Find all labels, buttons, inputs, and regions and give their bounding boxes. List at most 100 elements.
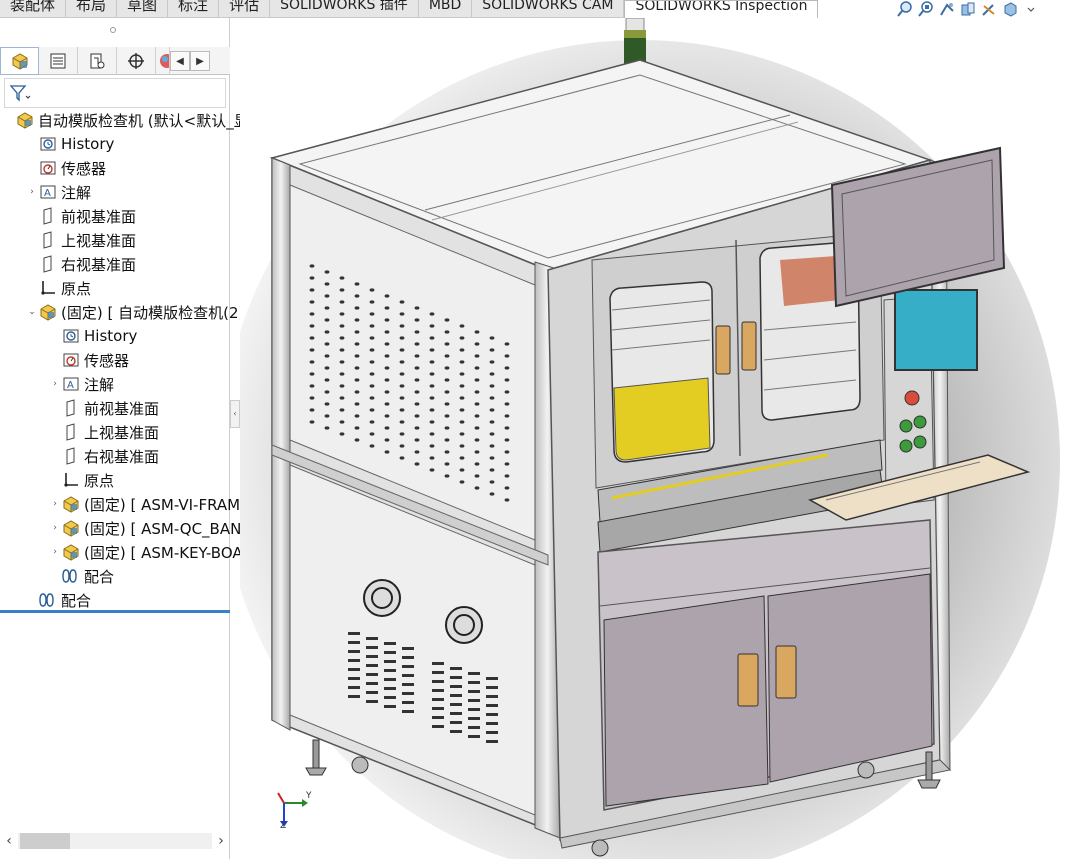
vent-hole	[309, 384, 315, 388]
tabs-scroll-left-button[interactable]: ◀	[170, 51, 190, 71]
tree-node[interactable]: 传感器	[48, 348, 129, 372]
plane-icon	[39, 255, 57, 273]
tree-node[interactable]: ⌄ (固定) [ 自动模版检查机(2)	[25, 300, 244, 324]
vent-hole	[429, 420, 435, 424]
command-tab[interactable]: SOLIDWORKS CAM	[472, 0, 625, 18]
tree-node[interactable]: 传感器	[25, 156, 106, 180]
vent-hole	[504, 498, 510, 502]
vent-hole	[474, 390, 480, 394]
configuration-manager-tab[interactable]	[78, 47, 117, 75]
tree-node-label: 原点	[61, 279, 92, 298]
vent-hole	[399, 396, 405, 400]
scroll-right-icon[interactable]: ›	[212, 833, 230, 849]
vent-hole	[414, 414, 420, 418]
display-manager-tab[interactable]	[156, 47, 170, 75]
tree-node[interactable]: 前视基准面	[48, 396, 159, 420]
assembly-icon	[62, 519, 80, 537]
command-tab[interactable]: 布局	[66, 0, 118, 18]
scroll-thumb[interactable]	[20, 833, 70, 849]
panel-grip-handle[interactable]	[110, 27, 116, 33]
command-tab[interactable]: SOLIDWORKS 插件	[270, 0, 419, 18]
command-tab[interactable]: 标注	[168, 0, 220, 18]
previous-view-icon[interactable]	[938, 1, 956, 17]
vent-hole	[414, 402, 420, 406]
vent-hole	[309, 288, 315, 292]
vent-hole	[309, 312, 315, 316]
tree-node[interactable]: 右视基准面	[25, 252, 136, 276]
vent-hole	[399, 300, 405, 304]
vent-hole	[369, 396, 375, 400]
tree-node[interactable]: › (固定) [ ASM-KEY-BOA	[48, 540, 242, 564]
tree-node[interactable]: History	[48, 324, 137, 348]
vent-hole	[504, 414, 510, 418]
tree-node-label: 注解	[84, 375, 115, 394]
view-orientation-icon[interactable]	[980, 1, 998, 17]
tree-node[interactable]: 配合	[48, 564, 114, 588]
expand-toggle-icon[interactable]: ⌄	[25, 307, 39, 317]
vent-slot	[468, 690, 480, 693]
tree-node[interactable]: 右视基准面	[48, 444, 159, 468]
dimxpert-manager-tab[interactable]	[117, 47, 156, 75]
zoom-to-area-icon[interactable]	[917, 1, 935, 17]
tree-node[interactable]: › A 注解	[48, 372, 114, 396]
vent-hole	[444, 414, 450, 418]
vent-hole	[504, 462, 510, 466]
tree-node[interactable]: 上视基准面	[48, 420, 159, 444]
vent-slot	[450, 685, 462, 688]
vent-hole	[324, 426, 330, 430]
section-view-icon[interactable]	[959, 1, 977, 17]
vent-hole	[339, 408, 345, 412]
tree-node[interactable]: History	[25, 132, 114, 156]
chevron-down-icon[interactable]	[1022, 1, 1040, 17]
vent-hole	[504, 450, 510, 454]
command-tab[interactable]: 草图	[117, 0, 169, 18]
vent-slot	[402, 674, 414, 677]
command-tab[interactable]: SOLIDWORKS Inspection	[624, 0, 819, 18]
command-tab[interactable]: 装配体	[0, 0, 67, 18]
vent-hole	[339, 396, 345, 400]
expand-toggle-icon[interactable]: ›	[25, 187, 39, 197]
panel-collapse-handle[interactable]: ‹	[230, 400, 240, 428]
vent-hole	[309, 264, 315, 268]
vent-hole	[429, 336, 435, 340]
command-tab[interactable]: 评估	[219, 0, 271, 18]
tree-node[interactable]: › (固定) [ ASM-VI-FRAM	[48, 492, 240, 516]
vent-hole	[459, 444, 465, 448]
tabs-scroll-right-button[interactable]: ▶	[190, 51, 210, 71]
vent-hole	[414, 390, 420, 394]
vent-hole	[459, 432, 465, 436]
display-style-icon[interactable]	[1001, 1, 1019, 17]
vent-slot	[366, 637, 378, 640]
vent-hole	[414, 438, 420, 442]
vent-hole	[369, 312, 375, 316]
inspection-machine-model[interactable]	[240, 18, 1072, 859]
tree-node[interactable]: 自动模版检查机 (默认<默认_显	[2, 108, 249, 132]
expand-toggle-icon[interactable]: ›	[48, 523, 62, 533]
feature-manager-tab[interactable]	[0, 47, 39, 75]
tree-horizontal-scrollbar[interactable]: ‹ ›	[0, 831, 230, 851]
vent-hole	[489, 480, 495, 484]
vent-slot	[402, 692, 414, 695]
vent-hole	[324, 270, 330, 274]
command-tab[interactable]: MBD	[418, 0, 473, 18]
tree-node[interactable]: 前视基准面	[25, 204, 136, 228]
tree-node[interactable]: 原点	[25, 276, 91, 300]
expand-toggle-icon[interactable]: ›	[48, 379, 62, 389]
property-manager-tab[interactable]	[39, 47, 78, 75]
vent-slot	[402, 665, 414, 668]
scroll-left-icon[interactable]: ‹	[0, 833, 18, 849]
graphics-area[interactable]	[240, 18, 1072, 859]
tree-filter[interactable]	[4, 78, 226, 108]
expand-toggle-icon[interactable]: ›	[48, 547, 62, 557]
zoom-to-fit-icon[interactable]	[896, 1, 914, 17]
tree-node[interactable]: › (固定) [ ASM-QC_BAN	[48, 516, 241, 540]
vent-hole	[474, 450, 480, 454]
tree-node[interactable]: 原点	[48, 468, 114, 492]
tree-node[interactable]: 配合	[25, 588, 91, 612]
expand-toggle-icon[interactable]: ›	[48, 499, 62, 509]
tree-node[interactable]: 上视基准面	[25, 228, 136, 252]
vent-slot	[450, 676, 462, 679]
vent-hole	[414, 306, 420, 310]
tree-rollback-bar[interactable]	[0, 610, 230, 613]
tree-node[interactable]: › A 注解	[25, 180, 91, 204]
